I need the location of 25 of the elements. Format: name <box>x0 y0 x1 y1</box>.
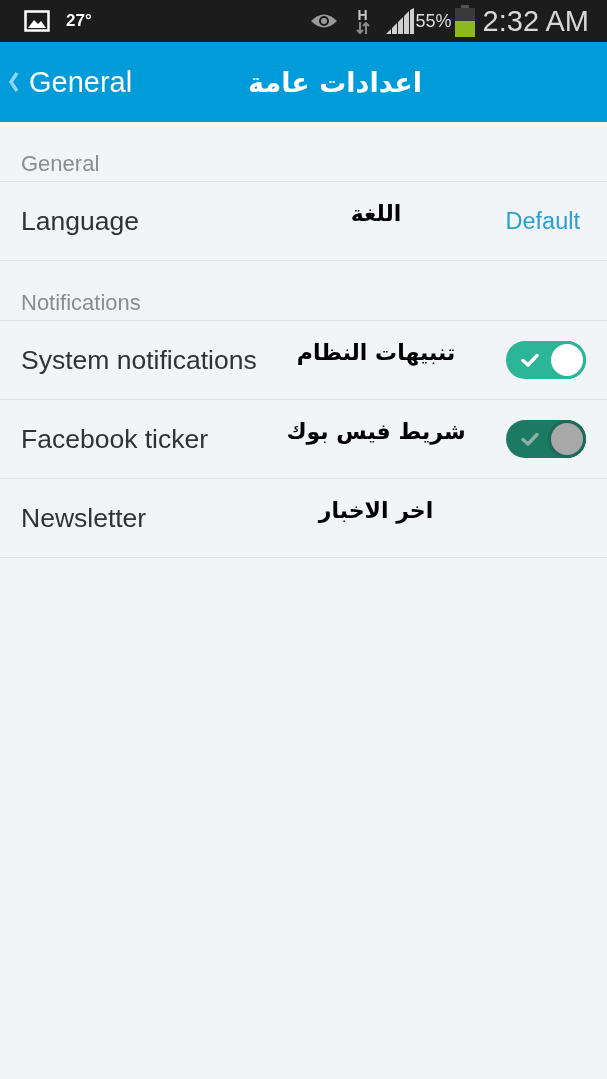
page-title: اعدادات عامة <box>247 66 423 98</box>
clock-time: 2:32 AM <box>482 4 589 38</box>
setting-label: System notifications <box>21 344 258 376</box>
network-type-text: H <box>357 8 368 22</box>
temperature-text: 27° <box>66 11 92 31</box>
battery-percent: 55% <box>415 10 452 32</box>
arabic-caption: اخر الاخبار <box>318 497 434 523</box>
image-icon <box>24 10 50 32</box>
setting-label: Language <box>21 205 140 237</box>
language-value: Default <box>505 207 580 235</box>
section-header: General <box>21 151 100 177</box>
section-header: Notifications <box>21 290 141 316</box>
arabic-caption: شريط فيس بوك <box>286 418 466 444</box>
check-icon <box>521 353 539 367</box>
arabic-caption: اللغة <box>350 200 402 226</box>
data-arrows-icon <box>355 22 370 34</box>
chevron-left-icon <box>8 71 19 93</box>
battery-icon <box>454 5 475 37</box>
toggle-switch[interactable] <box>506 341 586 379</box>
setting-label: Newsletter <box>21 502 148 534</box>
setting-label: Facebook ticker <box>21 423 210 455</box>
arabic-caption: تنبيهات النظام <box>296 339 456 365</box>
check-icon <box>521 432 539 446</box>
signal-icon <box>385 8 414 34</box>
eye-icon <box>309 12 338 30</box>
